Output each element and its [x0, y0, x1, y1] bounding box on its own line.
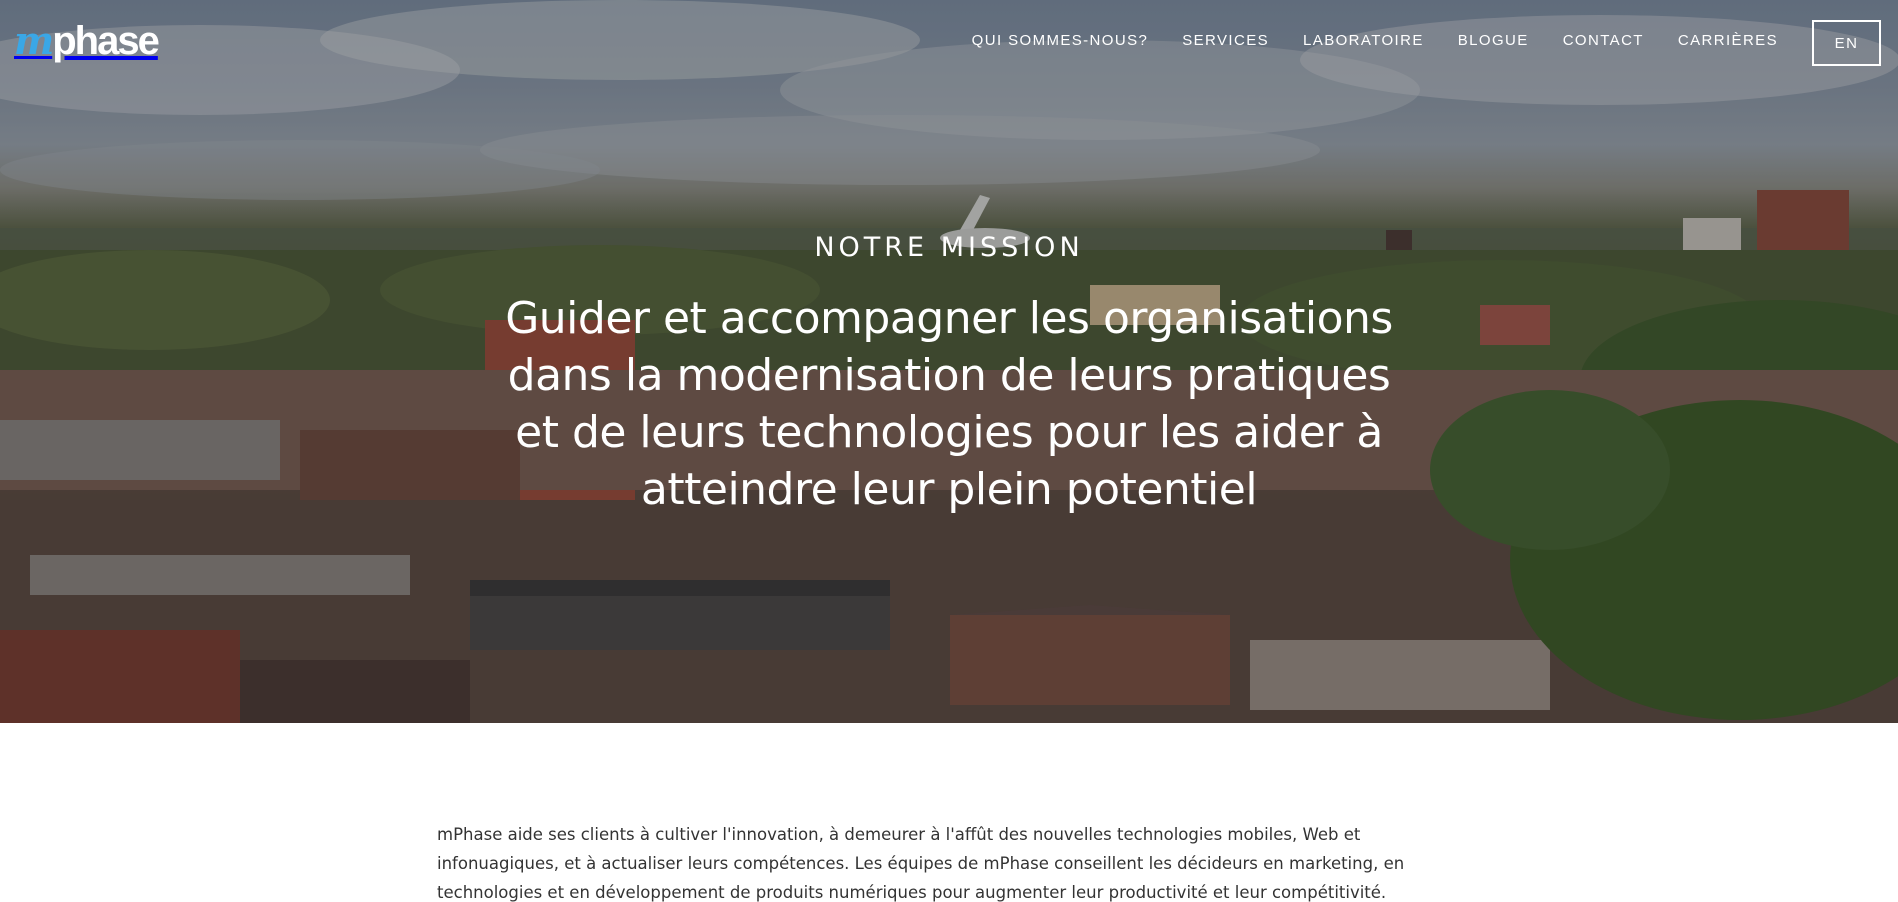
nav-item-laboratoire[interactable]: LABORATOIRE: [1303, 32, 1424, 49]
nav-item-qui-sommes-nous[interactable]: QUI SOMMES-NOUS?: [972, 32, 1149, 49]
nav-item-contact[interactable]: CONTACT: [1563, 32, 1644, 49]
logo-m: m: [14, 18, 54, 63]
intro-paragraph: mPhase aide ses clients à cultiver l'inn…: [437, 825, 1405, 902]
logo-wordmark: phase: [52, 19, 160, 63]
mission-eyebrow: NOTRE MISSION: [814, 232, 1084, 263]
nav-item-blogue[interactable]: BLOGUE: [1458, 32, 1529, 49]
main-navigation: QUI SOMMES-NOUS? SERVICES LABORATOIRE BL…: [972, 32, 1778, 49]
mphase-logo[interactable]: m phase: [14, 18, 174, 64]
nav-item-services[interactable]: SERVICES: [1182, 32, 1269, 49]
mission-statement: Guider et accompagner les organisations …: [505, 293, 1393, 515]
nav-item-carrieres[interactable]: CARRIÈRES: [1678, 32, 1778, 49]
language-toggle-button[interactable]: EN: [1812, 20, 1881, 66]
